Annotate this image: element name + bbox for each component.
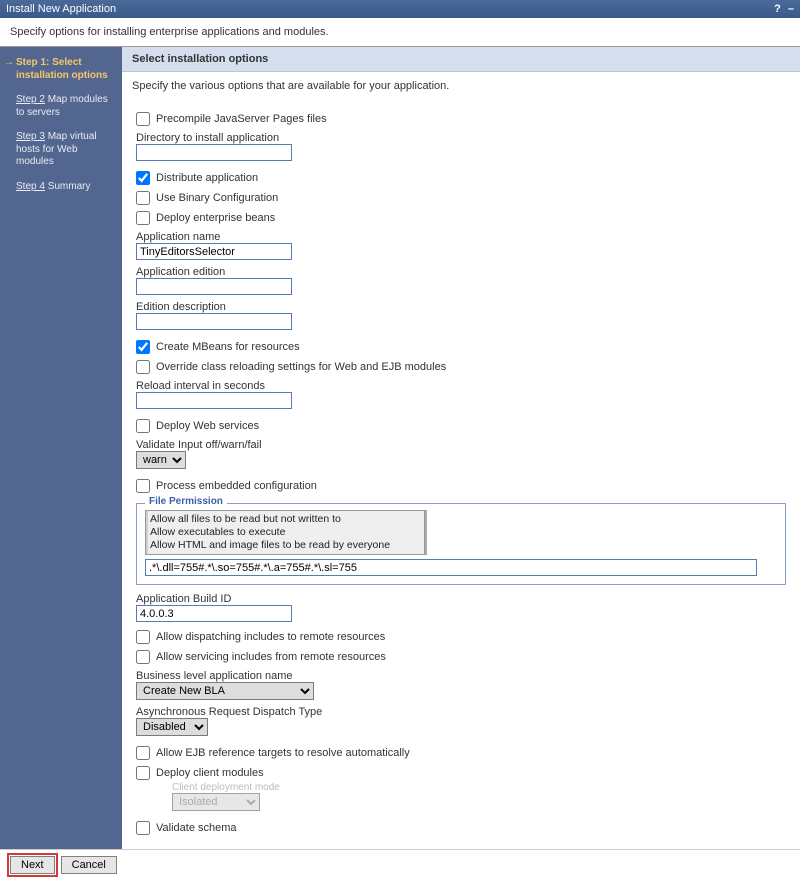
usebinary-label: Use Binary Configuration <box>156 192 278 204</box>
bla-select[interactable]: Create New BLA <box>136 682 314 700</box>
reload-input[interactable] <box>136 392 292 409</box>
clientmode-label: Client deployment mode <box>172 782 786 793</box>
distribute-label: Distribute application <box>156 172 258 184</box>
editiondesc-input[interactable] <box>136 313 292 330</box>
processembed-row: Process embedded configuration <box>136 479 786 493</box>
buildid-input[interactable] <box>136 605 292 622</box>
allowdispatch-label: Allow dispatching includes to remote res… <box>156 631 385 643</box>
validate-label: Validate Input off/warn/fail <box>136 439 786 451</box>
wizard-step-4-link[interactable]: Step 4 <box>16 181 45 192</box>
allowservicing-label: Allow servicing includes from remote res… <box>156 651 386 663</box>
usebinary-row: Use Binary Configuration <box>136 191 786 205</box>
allowservicing-row: Allow servicing includes from remote res… <box>136 650 786 664</box>
deployws-row: Deploy Web services <box>136 419 786 433</box>
bla-label: Business level application name <box>136 670 786 682</box>
appedition-label: Application edition <box>136 266 786 278</box>
buildid-label: Application Build ID <box>136 593 786 605</box>
file-permission-expr-input[interactable] <box>145 559 757 576</box>
appname-label: Application name <box>136 231 786 243</box>
override-label: Override class reloading settings for We… <box>156 361 446 373</box>
next-button[interactable]: Next <box>10 856 55 874</box>
button-bar: Next Cancel <box>0 849 800 884</box>
precompile-row: Precompile JavaServer Pages files <box>136 112 786 126</box>
usebinary-checkbox[interactable] <box>136 191 150 205</box>
perm-option-1[interactable]: Allow all files to be read but not writt… <box>150 513 420 526</box>
allowejbref-row: Allow EJB reference targets to resolve a… <box>136 746 786 760</box>
layout: Step 1: Select installation options Step… <box>0 46 800 849</box>
perm-option-2[interactable]: Allow executables to execute <box>150 526 420 539</box>
deployclient-row: Deploy client modules <box>136 766 786 780</box>
mbeans-checkbox[interactable] <box>136 340 150 354</box>
wizard-step-2-link[interactable]: Step 2 <box>16 94 45 105</box>
appname-input[interactable] <box>136 243 292 260</box>
mbeans-label: Create MBeans for resources <box>156 341 300 353</box>
main-sub: Specify the various options that are ava… <box>122 72 800 106</box>
allowdispatch-row: Allow dispatching includes to remote res… <box>136 630 786 644</box>
validate-select[interactable]: warn <box>136 451 186 469</box>
main-header: Select installation options <box>122 47 800 72</box>
allowejbref-label: Allow EJB reference targets to resolve a… <box>156 747 410 759</box>
processembed-checkbox[interactable] <box>136 479 150 493</box>
deployclient-label: Deploy client modules <box>156 767 264 779</box>
minimize-icon[interactable]: – <box>788 3 794 15</box>
allowdispatch-checkbox[interactable] <box>136 630 150 644</box>
deployejb-label: Deploy enterprise beans <box>156 212 275 224</box>
precompile-checkbox[interactable] <box>136 112 150 126</box>
clientmode-select: Isolated <box>172 793 260 811</box>
directory-label: Directory to install application <box>136 132 786 144</box>
deployejb-row: Deploy enterprise beans <box>136 211 786 225</box>
file-permission-list[interactable]: Allow all files to be read but not writt… <box>145 510 425 555</box>
wizard-step-1: Step 1: Select installation options <box>4 53 118 90</box>
allowejbref-checkbox[interactable] <box>136 746 150 760</box>
directory-input[interactable] <box>136 144 292 161</box>
help-icon[interactable]: ? <box>774 3 781 15</box>
file-permission-fieldset: File Permission Allow all files to be re… <box>136 503 786 585</box>
distribute-checkbox[interactable] <box>136 171 150 185</box>
cancel-button[interactable]: Cancel <box>61 856 117 874</box>
override-row: Override class reloading settings for We… <box>136 360 786 374</box>
precompile-label: Precompile JavaServer Pages files <box>156 113 327 125</box>
reload-label: Reload interval in seconds <box>136 380 786 392</box>
editiondesc-label: Edition description <box>136 301 786 313</box>
wizard-steps-sidebar: Step 1: Select installation options Step… <box>0 47 122 849</box>
validateschema-checkbox[interactable] <box>136 821 150 835</box>
processembed-label: Process embedded configuration <box>156 480 317 492</box>
ardt-label: Asynchronous Request Dispatch Type <box>136 706 786 718</box>
validateschema-label: Validate schema <box>156 822 237 834</box>
wizard-step-2[interactable]: Step 2 Map modules to servers <box>4 90 118 127</box>
titlebar-icons: ? – <box>770 3 794 15</box>
deployejb-checkbox[interactable] <box>136 211 150 225</box>
override-checkbox[interactable] <box>136 360 150 374</box>
mbeans-row: Create MBeans for resources <box>136 340 786 354</box>
deployws-checkbox[interactable] <box>136 419 150 433</box>
wizard-step-4[interactable]: Step 4 Summary <box>4 177 118 202</box>
wizard-step-3[interactable]: Step 3 Map virtual hosts for Web modules <box>4 127 118 177</box>
ardt-select[interactable]: Disabled <box>136 718 208 736</box>
wizard-step-4-rest: Summary <box>45 181 91 192</box>
perm-option-3[interactable]: Allow HTML and image files to be read by… <box>150 539 420 552</box>
wizard-step-1-label: Step 1: Select installation options <box>16 57 108 81</box>
distribute-row: Distribute application <box>136 171 786 185</box>
allowservicing-checkbox[interactable] <box>136 650 150 664</box>
validateschema-row: Validate schema <box>136 821 786 835</box>
main-panel: Select installation options Specify the … <box>122 47 800 849</box>
form-area: Precompile JavaServer Pages files Direct… <box>122 112 800 835</box>
deployws-label: Deploy Web services <box>156 420 259 432</box>
titlebar: Install New Application ? – <box>0 0 800 18</box>
window-title: Install New Application <box>6 3 116 15</box>
deployclient-checkbox[interactable] <box>136 766 150 780</box>
page-instructions: Specify options for installing enterpris… <box>0 18 800 46</box>
wizard-step-3-link[interactable]: Step 3 <box>16 131 45 142</box>
appedition-input[interactable] <box>136 278 292 295</box>
file-permission-legend: File Permission <box>145 496 227 507</box>
